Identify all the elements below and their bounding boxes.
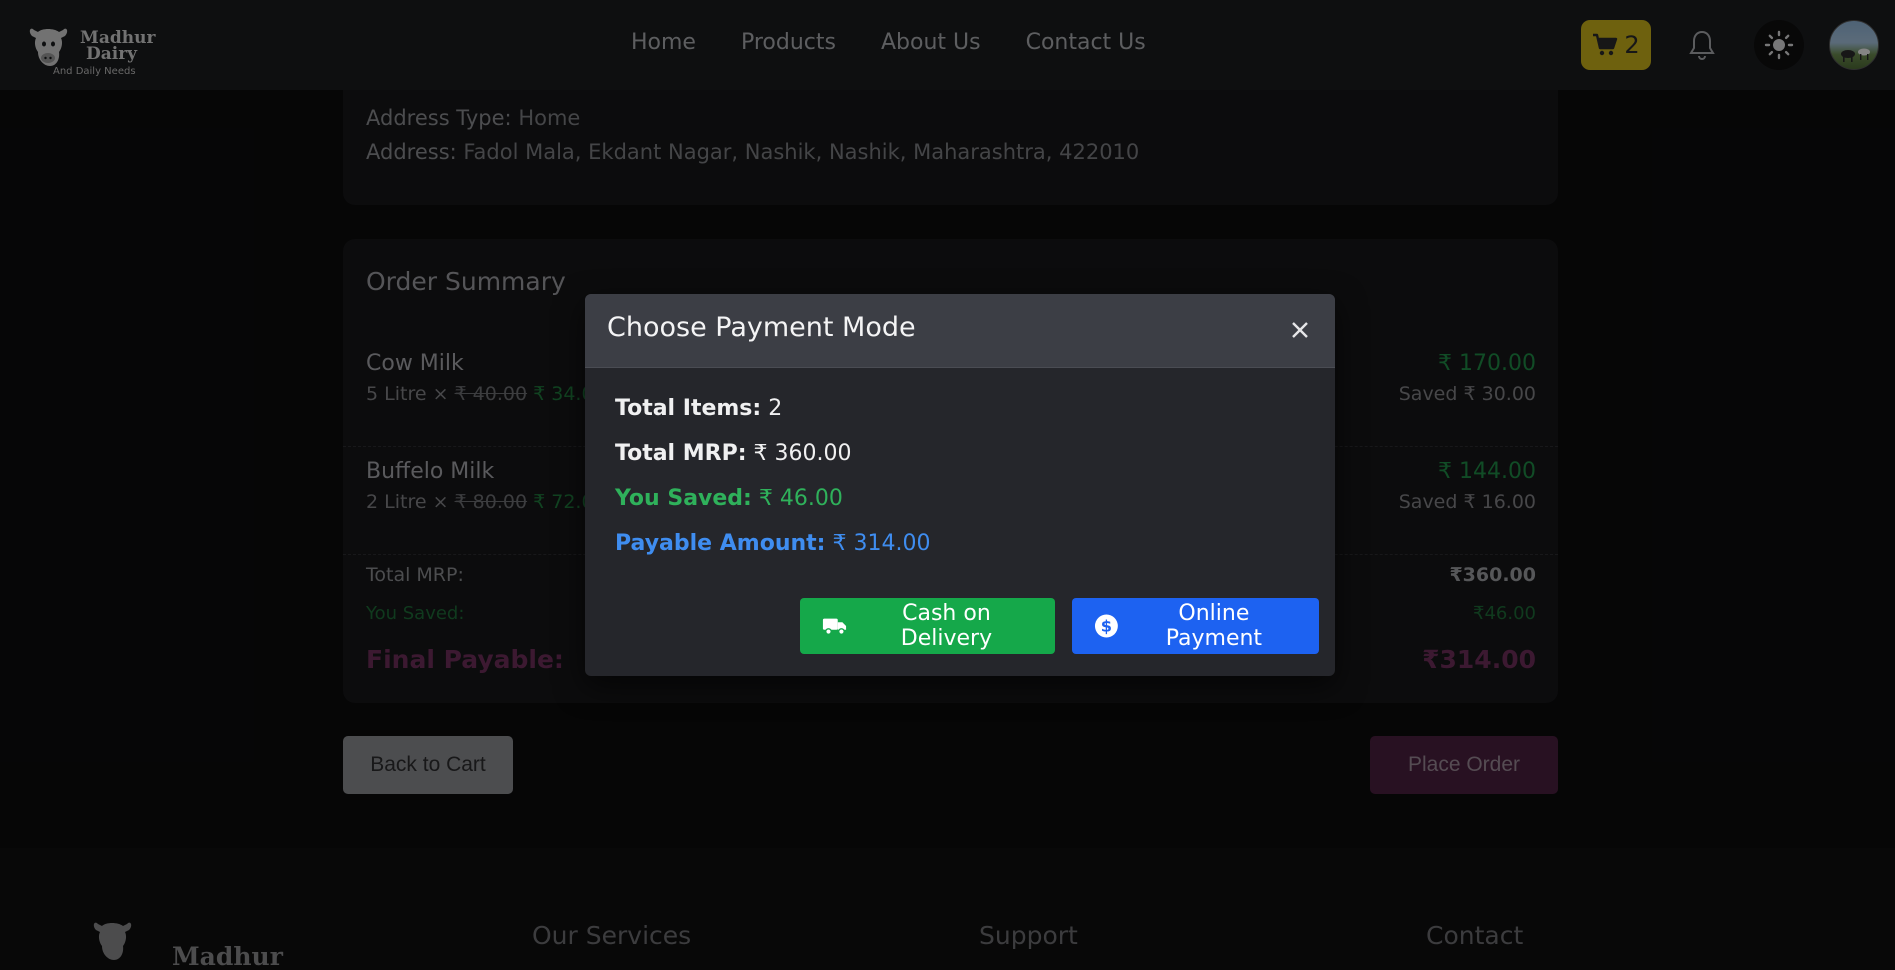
dollar-circle-icon: $ xyxy=(1094,614,1118,638)
modal-total-mrp: Total MRP: ₹ 360.00 xyxy=(615,441,852,466)
modal-header: Choose Payment Mode xyxy=(585,294,1335,368)
modal-total-items-value: 2 xyxy=(768,396,783,421)
truck-icon xyxy=(822,618,847,636)
modal-title: Choose Payment Mode xyxy=(607,312,916,343)
modal-total-mrp-value: ₹ 360.00 xyxy=(753,441,852,466)
cod-label: Cash on Delivery xyxy=(900,601,993,651)
modal-payable-label: Payable Amount: xyxy=(615,531,826,556)
svg-text:$: $ xyxy=(1101,617,1112,636)
modal-you-saved: You Saved: ₹ 46.00 xyxy=(615,486,843,511)
payment-mode-modal: Choose Payment Mode Total Items: 2 Total… xyxy=(585,294,1335,676)
modal-close-button[interactable] xyxy=(1287,317,1313,343)
modal-you-saved-label: You Saved: xyxy=(615,486,752,511)
modal-payable-value: ₹ 314.00 xyxy=(832,531,931,556)
modal-total-items: Total Items: 2 xyxy=(615,396,782,421)
modal-total-items-label: Total Items: xyxy=(615,396,762,421)
modal-you-saved-value: ₹ 46.00 xyxy=(758,486,843,511)
modal-payable-amount: Payable Amount: ₹ 314.00 xyxy=(615,531,930,556)
online-payment-button[interactable]: $ Online Payment xyxy=(1072,598,1319,654)
modal-total-mrp-label: Total MRP: xyxy=(615,441,747,466)
cash-on-delivery-button[interactable]: Cash on Delivery xyxy=(800,598,1055,654)
online-label: Online Payment xyxy=(1165,601,1263,651)
close-icon xyxy=(1292,322,1308,338)
